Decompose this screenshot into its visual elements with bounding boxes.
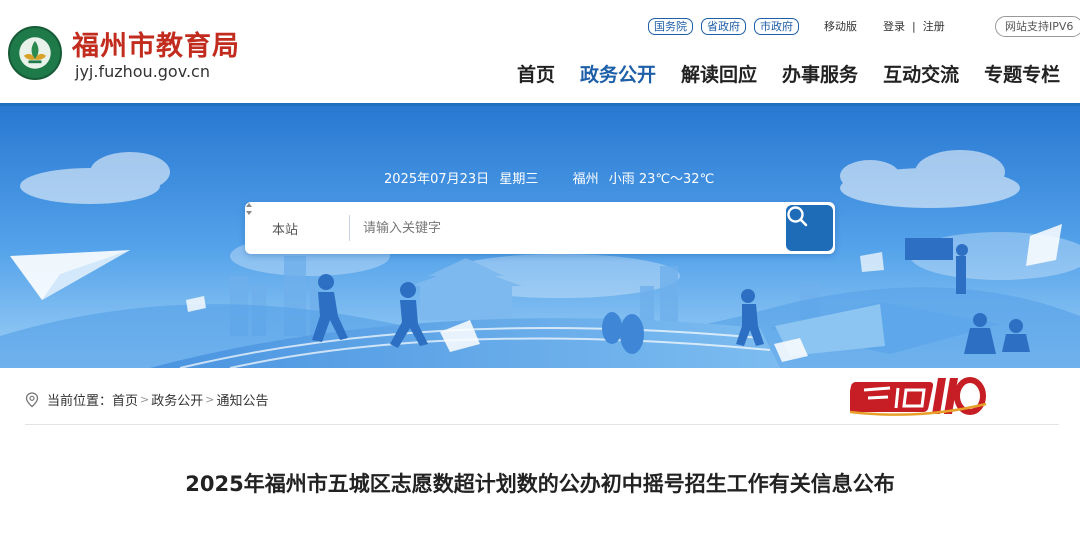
current-date: 2025年07月23日 [384,172,490,187]
news-110-logo-icon [850,377,987,416]
location-pin-icon [25,391,39,407]
nav-item-home[interactable]: 首页 [517,60,555,87]
hero-banner: 2025年07月23日 星期三 福州 小雨 23℃～32℃ 本站 [0,106,1080,368]
search-button[interactable] [786,205,833,251]
site-header: 福州市教育局 jyj.fuzhou.gov.cn 国务院 省政府 市政府 移动版… [0,0,1080,106]
breadcrumb-divider [25,424,1059,425]
scope-toggle-icon[interactable] [245,202,253,216]
gov-link-state-council[interactable]: 国务院 [648,17,693,35]
nav-item-services[interactable]: 办事服务 [782,60,858,87]
breadcrumb-label: 当前位置： [47,394,113,409]
domain-prefix: jyj [75,62,94,81]
login-link[interactable]: 登录 [883,18,905,34]
weather-city: 福州 [572,172,599,187]
search-input[interactable] [363,214,783,242]
article-panel: 当前位置： 首页 > 政务公开 > 通知公告 2025年福州市五城区志愿数超计划… [8,368,1072,538]
link-separator: | [912,19,916,33]
gov-link-city[interactable]: 市政府 [754,17,799,35]
site-domain: jyj.fuzhou.gov.cn [75,62,210,81]
date-weather-line: 2025年07月23日 星期三 福州 小雨 23℃～32℃ [384,168,720,187]
mobile-version-link[interactable]: 移动版 [824,18,857,34]
education-bureau-emblem-icon[interactable] [8,26,62,80]
site-name[interactable]: 福州市教育局 [72,24,240,63]
search-bar: 本站 [245,202,835,254]
breadcrumb-home[interactable]: 首页 [112,390,138,409]
nav-item-interaction[interactable]: 互动交流 [883,60,959,87]
breadcrumb-separator: > [205,393,215,406]
current-weekday: 星期三 [499,172,539,187]
top-links: 国务院 省政府 市政府 移动版 登录 | 注册 [648,17,945,35]
register-link[interactable]: 注册 [923,18,945,34]
main-nav: 首页 政务公开 解读回应 办事服务 互动交流 专题专栏 [517,60,1060,87]
search-scope-select[interactable]: 本站 [272,219,298,238]
breadcrumb-gov-affairs[interactable]: 政务公开 [151,390,203,409]
breadcrumb-separator: > [140,393,150,406]
article-title: 2025年福州市五城区志愿数超计划数的公办初中摇号招生工作有关信息公布 [185,472,895,496]
nav-item-topics[interactable]: 专题专栏 [984,60,1060,87]
weather-info: 小雨 23℃～32℃ [608,172,715,187]
ipv6-badge: 网站支持IPV6 [995,16,1080,37]
breadcrumb: 当前位置： 首页 > 政务公开 > 通知公告 [25,390,269,409]
domain-rest: .fuzhou.gov.cn [93,62,210,81]
nav-item-interpretation[interactable]: 解读回应 [681,60,757,87]
gov-link-province[interactable]: 省政府 [701,17,746,35]
search-divider [349,215,350,241]
nav-item-gov-affairs[interactable]: 政务公开 [580,60,656,87]
breadcrumb-notices[interactable]: 通知公告 [216,390,268,409]
search-icon [787,206,808,227]
